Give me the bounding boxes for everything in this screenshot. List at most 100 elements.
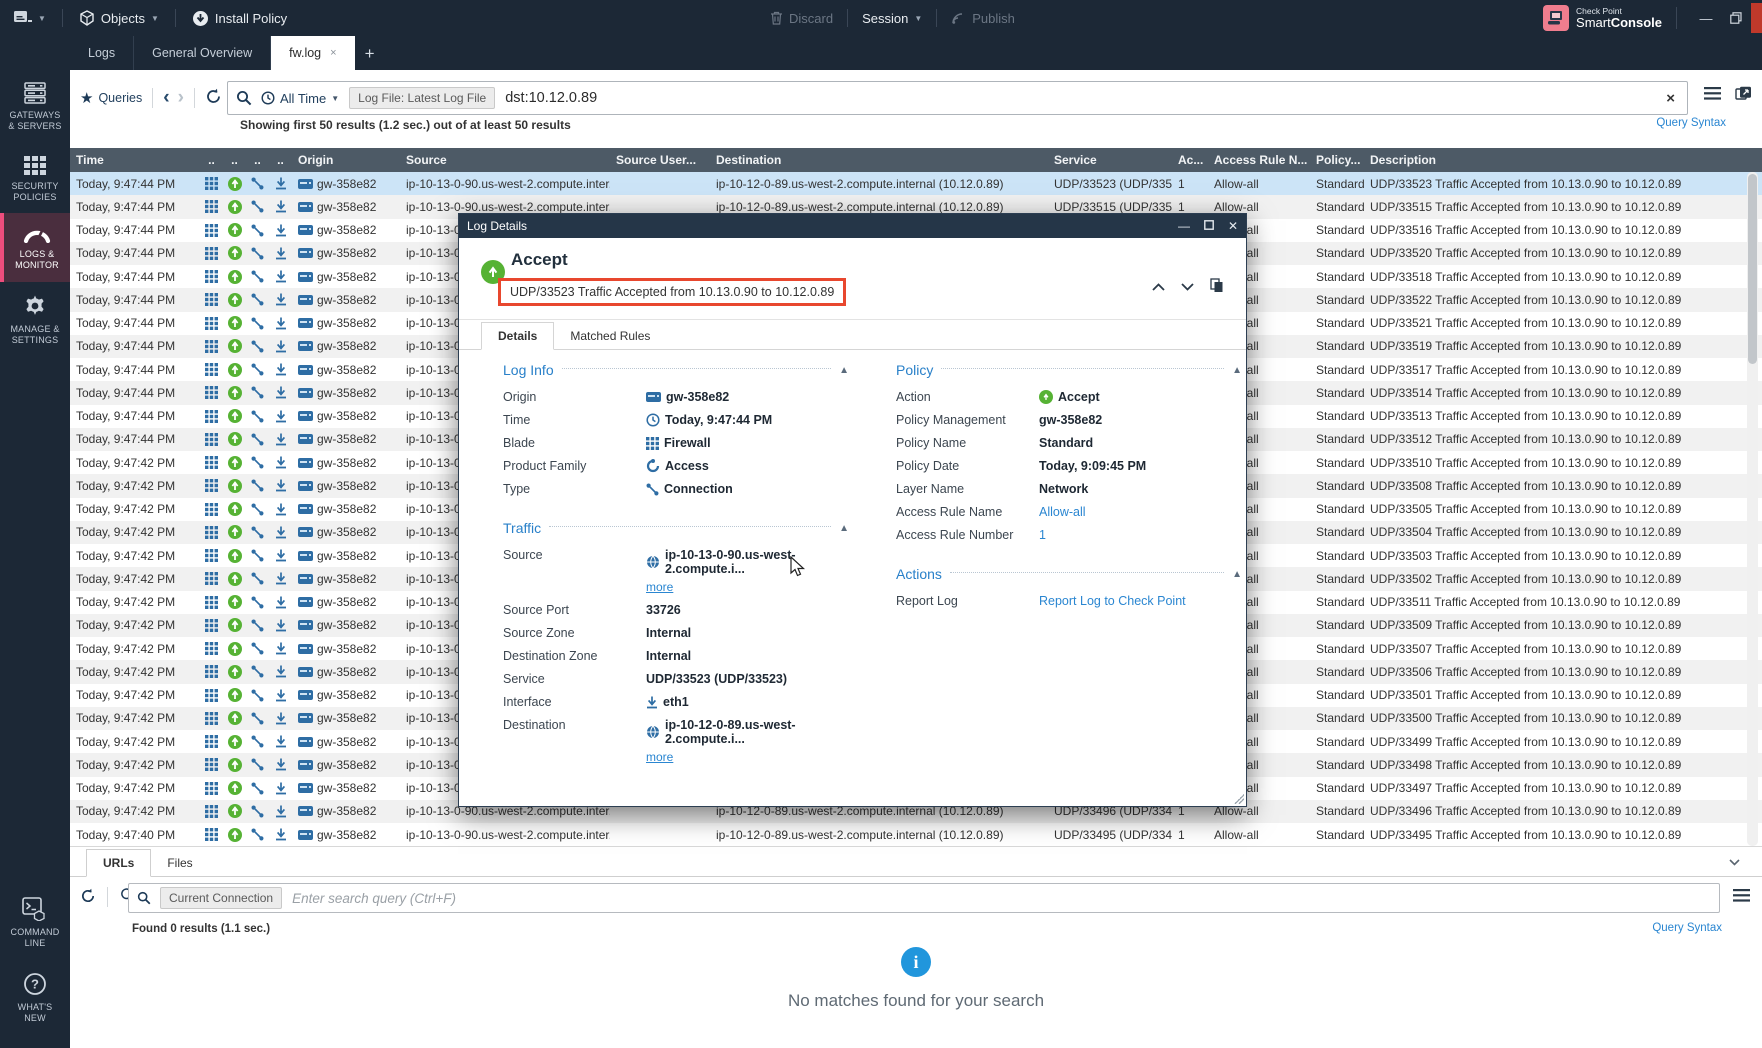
results-options-button[interactable] <box>1704 87 1721 103</box>
connection-type-icon <box>246 619 269 632</box>
minimize-button[interactable]: — <box>1691 3 1721 33</box>
connection-type-icon <box>246 712 269 725</box>
dialog-tab-matched-rules[interactable]: Matched Rules <box>554 323 666 349</box>
search-icon <box>137 891 151 905</box>
publish-button[interactable]: Publish <box>951 11 1015 26</box>
tab-general-overview[interactable]: General Overview <box>134 36 271 70</box>
query-input[interactable]: dst:10.12.0.89 <box>505 90 1662 106</box>
forward-button[interactable]: › <box>178 87 184 109</box>
dialog-maximize-button[interactable] <box>1204 219 1214 233</box>
log-file-chip[interactable]: Log File: Latest Log File <box>349 87 495 109</box>
log-search-box[interactable]: All Time ▼ Log File: Latest Log File dst… <box>227 81 1688 115</box>
gateway-icon <box>298 737 313 747</box>
collapse-section-icon[interactable]: ▲ <box>839 365 849 376</box>
app-menu-button[interactable]: ▼ <box>14 11 46 25</box>
discard-button[interactable]: Discard <box>770 11 833 26</box>
dialog-close-button[interactable]: ✕ <box>1228 219 1238 233</box>
previous-log-button[interactable] <box>1152 280 1165 294</box>
log-table-row[interactable]: Today, 9:47:44 PM gw-358e82 ip-10-13- <box>70 172 1762 195</box>
sidebar-item[interactable]: ? WHAT'SNEW <box>0 960 70 1035</box>
collapse-section-icon[interactable]: ▲ <box>1232 365 1242 376</box>
panel-collapse-button[interactable] <box>1729 855 1740 869</box>
queries-button[interactable]: ★ Queries <box>80 89 142 107</box>
firewall-blade-icon <box>200 479 223 492</box>
actions-section: Actions ▲ Report Log Report Log to Check… <box>896 566 1242 608</box>
sidebar-item[interactable]: MANAGE &SETTINGS <box>0 282 70 357</box>
column-header-source[interactable]: Source <box>400 153 610 167</box>
more-link[interactable]: more <box>646 750 849 764</box>
column-header-service[interactable]: Service <box>1048 153 1172 167</box>
download-icon <box>269 340 292 353</box>
collapse-section-icon[interactable]: ▲ <box>839 523 849 534</box>
column-header-interface[interactable]: .. <box>269 153 292 167</box>
log-table-row[interactable]: Today, 9:47:40 PM gw-358e82 ip-10-13- <box>70 823 1762 846</box>
collapse-section-icon[interactable]: ▲ <box>1232 569 1242 580</box>
firewall-blade-icon <box>200 503 223 516</box>
more-link[interactable]: more <box>646 580 849 594</box>
dialog-minimize-button[interactable]: — <box>1178 219 1190 233</box>
clear-query-icon[interactable]: × <box>1662 90 1679 107</box>
panel-options-button[interactable] <box>1733 889 1750 905</box>
tab-logs[interactable]: Logs <box>70 36 134 70</box>
gateway-icon <box>298 527 313 537</box>
column-header-access-rule-number[interactable]: Ac... <box>1172 153 1208 167</box>
gateway-icon <box>298 690 313 700</box>
mouse-cursor <box>790 556 806 578</box>
column-header-source-user[interactable]: Source User... <box>610 153 710 167</box>
column-header-destination[interactable]: Destination <box>710 153 1048 167</box>
gateway-icon <box>298 225 313 235</box>
dialog-tab-details[interactable]: Details <box>481 322 554 350</box>
accept-action-icon <box>223 270 246 284</box>
column-header-type[interactable]: .. <box>246 153 269 167</box>
restore-button[interactable] <box>1721 3 1751 33</box>
refresh-button[interactable] <box>205 88 222 108</box>
column-header-time[interactable]: Time <box>70 153 200 167</box>
sidebar-item[interactable]: GATEWAYS& SERVERS <box>0 70 70 143</box>
tab-fw-log[interactable]: fw.log × <box>271 36 354 70</box>
dialog-title-bar[interactable]: Log Details — ✕ <box>459 214 1246 238</box>
objects-menu-button[interactable]: Objects ▼ <box>79 10 159 26</box>
connection-type-icon <box>246 363 269 376</box>
firewall-blade-icon <box>200 340 223 353</box>
tab-urls[interactable]: URLs <box>86 849 151 877</box>
accept-action-icon <box>223 339 246 353</box>
sidebar-item[interactable]: LOGS &MONITOR <box>0 213 70 282</box>
query-syntax-link[interactable]: Query Syntax <box>1656 117 1726 129</box>
column-header-description[interactable]: Description <box>1364 153 1762 167</box>
session-menu-button[interactable]: Session ▼ <box>862 11 922 26</box>
column-header-access-rule-name[interactable]: Access Rule N... <box>1208 153 1310 167</box>
install-policy-button[interactable]: Install Policy <box>192 10 287 27</box>
current-connection-chip[interactable]: Current Connection <box>160 887 282 909</box>
sidebar-item[interactable]: COMMANDLINE <box>0 885 70 960</box>
detail-field: Type Connection <box>503 482 849 496</box>
column-header-origin[interactable]: Origin <box>292 153 400 167</box>
panel-refresh-button[interactable] <box>80 888 96 907</box>
column-header-policy[interactable]: Policy... <box>1310 153 1364 167</box>
time-filter-dropdown[interactable]: All Time ▼ <box>261 91 339 106</box>
sidebar-item[interactable]: SECURITYPOLICIES <box>0 143 70 214</box>
new-tab-button[interactable]: + <box>365 44 375 70</box>
scrollbar-thumb[interactable] <box>1748 174 1757 364</box>
gateway-icon <box>298 388 313 398</box>
tab-files[interactable]: Files <box>151 850 208 876</box>
panel-query-syntax-link[interactable]: Query Syntax <box>1652 922 1722 934</box>
back-button[interactable]: ‹ <box>163 87 169 109</box>
tab-close-icon[interactable]: × <box>330 47 336 59</box>
dialog-resize-grip[interactable] <box>1234 794 1244 804</box>
connection-type-icon <box>246 479 269 492</box>
connection-type-icon <box>246 247 269 260</box>
next-log-button[interactable] <box>1181 280 1194 294</box>
accept-action-icon <box>223 711 246 725</box>
firewall-blade-icon <box>200 224 223 237</box>
detail-field: Product Family Access <box>503 459 849 473</box>
open-in-window-button[interactable] <box>1735 86 1752 104</box>
column-header-blade[interactable]: .. <box>200 153 223 167</box>
column-header-action[interactable]: .. <box>223 153 246 167</box>
close-button[interactable] <box>1751 3 1762 33</box>
panel-search-box[interactable]: Current Connection Enter search query (C… <box>128 883 1720 913</box>
accept-action-icon <box>223 177 246 191</box>
copy-button[interactable] <box>1210 278 1224 296</box>
firewall-blade-icon <box>200 572 223 585</box>
firewall-blade-icon <box>200 247 223 260</box>
table-scrollbar[interactable] <box>1747 172 1758 846</box>
